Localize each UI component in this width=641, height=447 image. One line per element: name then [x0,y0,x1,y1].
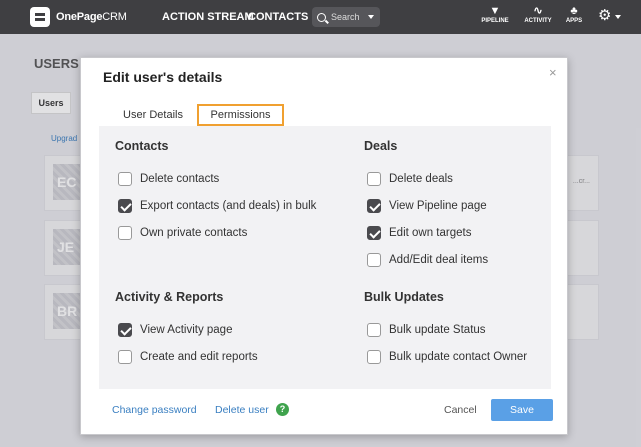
close-icon[interactable]: × [549,65,557,80]
nav-activity-label: ACTIVITY [524,18,552,24]
checkbox-label: View Activity page [140,324,233,336]
checkbox-box[interactable] [367,226,381,240]
logo-text-thin: CRM [102,11,127,23]
checkbox-label: View Pipeline page [389,200,487,212]
checkbox-box[interactable] [118,226,132,240]
nav-pipeline-label: PIPELINE [481,18,509,24]
cancel-button[interactable]: Cancel [444,404,477,416]
checkbox-box[interactable] [367,172,381,186]
nav-activity[interactable]: ∿ ACTIVITY [518,5,558,24]
checkbox-add-edit-deal-items[interactable]: Add/Edit deal items [367,253,488,267]
top-navigation-bar: OnePageCRM ACTION STREAM CONTACTS Search… [0,0,641,34]
logo-text-bold: OnePage [56,11,103,23]
checkbox-export-contacts[interactable]: Export contacts (and deals) in bulk [118,199,316,213]
section-title-contacts: Contacts [115,139,169,153]
checkbox-label: Add/Edit deal items [389,254,489,266]
nav-contacts[interactable]: CONTACTS [248,11,308,23]
checkbox-label: Create and edit reports [140,351,258,363]
checkbox-label: Own private contacts [140,227,248,239]
checkbox-label: Delete contacts [140,173,220,185]
checkbox-bulk-update-owner[interactable]: Bulk update contact Owner [367,350,527,364]
search-icon [317,12,326,22]
logo-icon [30,7,50,27]
checkbox-view-activity[interactable]: View Activity page [118,323,232,337]
checkbox-label: Bulk update contact Owner [389,351,528,363]
search-label: Search [331,12,360,22]
checkbox-label: Delete deals [389,173,453,185]
chevron-down-icon [368,15,374,19]
tab-user-details[interactable]: User Details [103,104,203,126]
checkbox-label: Edit own targets [389,227,472,239]
nav-apps[interactable]: ♣ APPS [554,5,594,24]
checkbox-box[interactable] [367,350,381,364]
settings-chevron-down-icon[interactable] [615,15,621,19]
nav-apps-label: APPS [565,18,583,24]
nav-action-stream[interactable]: ACTION STREAM [162,11,254,23]
checkbox-label: Bulk update Status [389,324,486,336]
help-icon[interactable]: ? [276,403,289,416]
checkbox-box[interactable] [118,323,132,337]
permissions-panel: Contacts Delete contacts Export contacts… [99,126,551,389]
gear-icon[interactable]: ⚙ [598,8,611,23]
modal-title: Edit user's details [103,69,223,85]
section-title-activity-reports: Activity & Reports [115,290,224,304]
delete-user-link[interactable]: Delete user [215,404,269,416]
checkbox-box[interactable] [118,350,132,364]
nav-pipeline[interactable]: ▼ PIPELINE [475,5,515,24]
checkbox-box[interactable] [367,199,381,213]
checkbox-view-pipeline[interactable]: View Pipeline page [367,199,487,213]
onepagecrm-logo[interactable]: OnePageCRM [30,7,127,27]
save-button[interactable]: Save [491,399,553,421]
change-password-link[interactable]: Change password [112,404,197,416]
checkbox-own-private-contacts[interactable]: Own private contacts [118,226,247,240]
checkbox-delete-deals[interactable]: Delete deals [367,172,453,186]
checkbox-box[interactable] [118,172,132,186]
checkbox-edit-own-targets[interactable]: Edit own targets [367,226,471,240]
checkbox-label: Export contacts (and deals) in bulk [140,200,317,212]
tab-permissions[interactable]: Permissions [197,104,284,126]
apps-icon: ♣ [570,5,578,17]
section-title-bulk-updates: Bulk Updates [364,290,444,304]
activity-icon: ∿ [533,5,543,17]
search-dropdown[interactable]: Search [312,7,380,27]
checkbox-bulk-update-status[interactable]: Bulk update Status [367,323,486,337]
checkbox-create-edit-reports[interactable]: Create and edit reports [118,350,258,364]
section-title-deals: Deals [364,139,398,153]
checkbox-delete-contacts[interactable]: Delete contacts [118,172,219,186]
checkbox-box[interactable] [367,323,381,337]
checkbox-box[interactable] [367,253,381,267]
pipeline-icon: ▼ [489,5,501,17]
checkbox-box[interactable] [118,199,132,213]
edit-user-modal: Edit user's details × User Details Permi… [80,57,568,435]
